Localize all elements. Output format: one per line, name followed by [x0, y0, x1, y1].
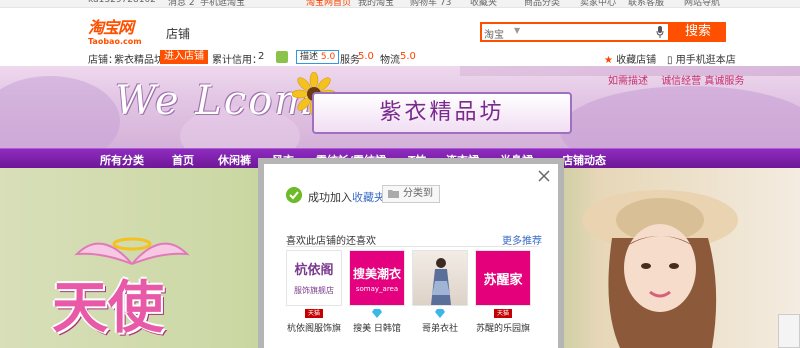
- shop-logo-image[interactable]: 搜美潮衣 somay_area: [349, 250, 405, 306]
- divider: [286, 246, 538, 247]
- nav-item-shop-news[interactable]: 店铺动态: [562, 152, 606, 168]
- folder-icon: [388, 190, 399, 198]
- categories-link[interactable]: 商品分类: [524, 0, 560, 7]
- shop-logo-subtext: 服饰旗舰店: [294, 286, 334, 295]
- favorites-link[interactable]: 收藏夹: [352, 191, 385, 204]
- recommended-shop-name[interactable]: 苏醒的乐园旗: [475, 321, 531, 334]
- logistics-label: 物流: [380, 55, 400, 66]
- search-button[interactable]: 搜索: [670, 22, 726, 42]
- recommended-shop-name[interactable]: 杭依阁服饰旗: [286, 321, 342, 334]
- site-nav-link[interactable]: 网站导航: [684, 0, 720, 7]
- credit-level-icon: [276, 51, 288, 63]
- collect-shop-link[interactable]: ★ 收藏店铺: [604, 51, 656, 66]
- success-message: 成功加入收藏夹: [308, 189, 385, 205]
- my-taobao-link[interactable]: 我的淘宝: [358, 0, 394, 7]
- banner-floral-blob: [560, 86, 800, 148]
- desc-score: 5.0: [320, 52, 336, 62]
- tmall-badge-icon: 天猫: [494, 309, 512, 318]
- phone-icon: ▯: [667, 55, 673, 66]
- banner-floral-blob: [0, 76, 120, 148]
- shop-logo-text: 搜美潮衣: [352, 267, 401, 281]
- success-prefix: 成功加入: [308, 191, 352, 204]
- scroll-handle[interactable]: [778, 314, 800, 348]
- shop-logo-text: 苏醒家: [483, 273, 523, 288]
- desc-score-tag: 描述 5.0: [296, 50, 340, 64]
- close-icon[interactable]: [538, 170, 550, 182]
- tmall-badge-icon: 天猫: [305, 309, 323, 318]
- logo-text-en: Taobao.com: [88, 37, 142, 46]
- banner-link-1[interactable]: 如需描述: [608, 76, 648, 87]
- microphone-icon[interactable]: [656, 26, 664, 38]
- nav-item-casual-pants[interactable]: 休闲裤: [218, 152, 251, 168]
- shop-logo-image[interactable]: 杭依阁 服饰旗舰店: [286, 250, 342, 306]
- service-score: 5.0: [358, 51, 374, 62]
- promo-headline: 天使: [52, 276, 164, 341]
- desc-label: 描述: [300, 52, 319, 62]
- mobile-taobao-link[interactable]: 手机逛淘宝: [200, 0, 245, 7]
- banner-link-2[interactable]: 诚信经营 真诚服务: [661, 76, 744, 87]
- classify-button[interactable]: 分类到: [382, 185, 440, 203]
- messages-link[interactable]: 消息 2: [168, 0, 195, 7]
- shop-logo-subtext: somay_area: [355, 285, 399, 293]
- shop-title-plate: 紫衣精品坊: [312, 92, 572, 134]
- chevron-down-icon: ▼: [514, 26, 521, 35]
- cart-link[interactable]: 购物车 73: [410, 0, 451, 7]
- banner-links: 如需描述 诚信经营 真诚服务: [608, 72, 754, 87]
- collect-success-dialog: 成功加入收藏夹 分类到 喜欢此店铺的还喜欢 更多推荐 杭依阁 服饰旗舰店 天猫 …: [258, 158, 564, 348]
- site-header: 淘宝网 Taobao.com 店铺 淘宝 ▼ 搜索 店铺： 紫衣精品坊 进入店铺…: [0, 8, 800, 66]
- diamond-icon: [435, 309, 445, 318]
- recommended-shop-card[interactable]: 苏醒家 天猫 苏醒的乐园旗: [475, 250, 531, 334]
- seller-center-link[interactable]: 卖家中心: [580, 0, 616, 7]
- credit-value: 2: [258, 51, 265, 62]
- logistics-score: 5.0: [400, 51, 416, 62]
- diamond-icon: [372, 309, 382, 318]
- recommended-shop-name[interactable]: 搜美 日韩馆: [349, 321, 405, 334]
- recommended-shop-card[interactable]: 杭依阁 服饰旗舰店 天猫 杭依阁服饰旗: [286, 250, 342, 334]
- classify-label: 分类到: [403, 188, 433, 199]
- mobile-visit-label: 用手机逛本店: [675, 55, 736, 66]
- search-input[interactable]: 淘宝 ▼: [480, 22, 670, 42]
- search-scope-select[interactable]: 淘宝: [484, 26, 504, 41]
- shop-info-row: 店铺： 紫衣精品坊 进入店铺 累计信用： 2 描述 5.0 服务 5.0 物流 …: [0, 48, 800, 66]
- nav-item-all-categories[interactable]: 所有分类: [100, 152, 144, 168]
- recommended-shop-card[interactable]: 搜美潮衣 somay_area 搜美 日韩馆: [349, 250, 405, 334]
- favorites-link[interactable]: 收藏夹: [470, 0, 497, 7]
- recommended-shop-name[interactable]: 哥弟衣社: [412, 321, 468, 334]
- recommended-shop-card[interactable]: 哥弟衣社: [412, 250, 468, 334]
- shop-logo-image[interactable]: 苏醒家: [475, 250, 531, 306]
- enter-shop-button[interactable]: 进入店铺: [160, 50, 208, 64]
- more-recommend-link[interactable]: 更多推荐: [502, 232, 542, 247]
- logo-text-cn: 淘宝网: [88, 18, 134, 37]
- top-utility-bar: ku1329728102 消息 2 手机逛淘宝 淘宝网首页 我的淘宝 购物车 7…: [0, 0, 800, 8]
- model-thumbnail: [431, 258, 451, 305]
- shop-logo-image[interactable]: [412, 250, 468, 306]
- service-label: 服务: [340, 55, 360, 66]
- shop-tag-label: 店铺: [166, 27, 191, 41]
- model-photo: [582, 190, 738, 348]
- shop-logo-text: 杭依阁: [294, 263, 334, 278]
- nav-item-home[interactable]: 首页: [172, 152, 194, 168]
- check-circle-icon: [286, 187, 302, 203]
- star-icon: ★: [604, 55, 613, 66]
- contact-link[interactable]: 联系客服: [628, 0, 664, 7]
- shop-name[interactable]: 紫衣精品坊: [114, 51, 164, 66]
- credit-label: 累计信用：: [212, 55, 262, 66]
- account-name[interactable]: ku1329728102: [88, 0, 156, 5]
- collect-shop-label: 收藏店铺: [616, 55, 657, 66]
- taobao-home-link[interactable]: 淘宝网首页: [306, 0, 351, 7]
- shop-banner: We Lcome 紫衣精品坊 如需描述 诚信经营 真诚服务: [0, 66, 800, 148]
- recommend-title: 喜欢此店铺的还喜欢: [286, 236, 376, 247]
- mobile-visit-link[interactable]: ▯ 用手机逛本店: [667, 51, 736, 66]
